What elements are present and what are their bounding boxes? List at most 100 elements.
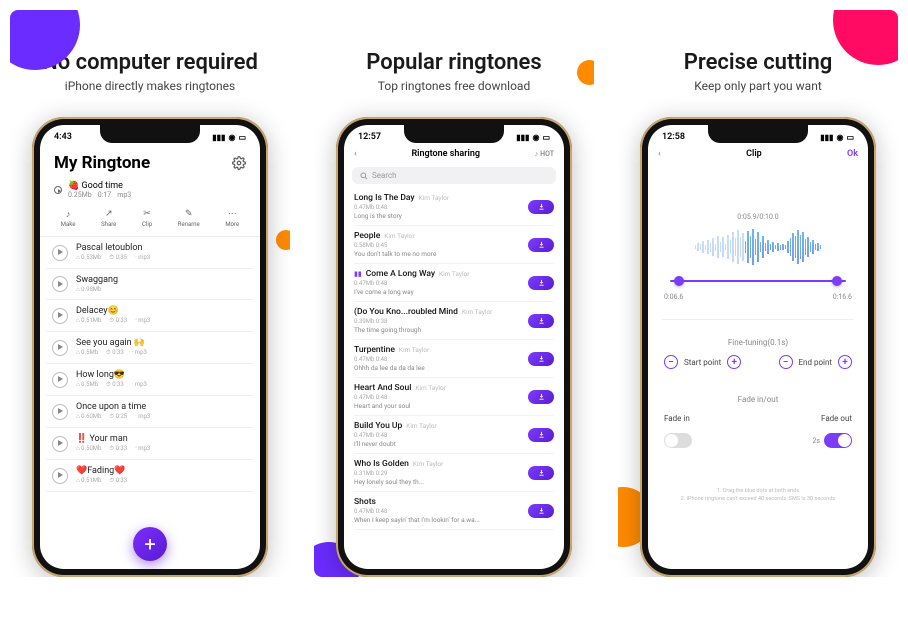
phone-notch (100, 125, 200, 143)
footer-note: 1. Drag the blue dots at both ends 2. iP… (664, 488, 852, 503)
ok-button[interactable]: Ok (847, 149, 858, 159)
song-title: Heart And Soul (354, 383, 411, 393)
download-button[interactable] (528, 390, 554, 404)
tool-share[interactable]: ↗Share (101, 209, 116, 228)
fine-tuning-label: Fine-tuning(0.1s) (664, 338, 852, 347)
ringtone-size: ⌂ 0.5Mb (76, 349, 98, 357)
range-slider[interactable] (670, 273, 846, 289)
song-meta: 0.31Mb 0:29 (354, 470, 522, 477)
tool-rename[interactable]: ✎Rename (178, 209, 200, 228)
ringtone-row[interactable]: ‼️ Your man⌂ 0.50Mb⏱ 0:33· mp3 (46, 428, 254, 460)
page-title: My Ringtone (54, 153, 150, 173)
status-icons: ▮▮▮◉▭ (820, 133, 854, 142)
status-time: 12:57 (358, 132, 381, 142)
panel-subheading: Keep only part you want (618, 79, 898, 93)
fade-in-toggle[interactable] (664, 433, 692, 448)
play-icon[interactable] (52, 276, 68, 292)
song-row[interactable]: TurpentineKim Taylor0.47Mb 0:48Ohhh da l… (354, 340, 554, 378)
download-button[interactable] (528, 314, 554, 328)
panel-heading: Popular ringtones (314, 50, 594, 75)
song-row[interactable]: ▮▮Come A Long WayKim Taylor0.47Mb 0:48I'… (354, 264, 554, 302)
download-button[interactable] (528, 504, 554, 518)
ringtone-size: ⌂ 0.5Mb (76, 381, 98, 389)
play-icon[interactable] (52, 372, 68, 388)
start-minus-button[interactable]: − (664, 355, 678, 369)
song-row[interactable]: PeopleKim Taylor0.58Mb 0:45You don't tal… (354, 226, 554, 264)
np-dur: 0:17 (98, 191, 112, 199)
add-button[interactable]: + (133, 527, 167, 561)
waveform[interactable] (664, 227, 852, 267)
now-playing[interactable]: 🍓 Good time 0.25Mb 0:17 mp3 (40, 177, 260, 205)
ringtone-size: ⌂ 0.60Mb (76, 413, 101, 421)
ringtone-dur: ⏱ 0:35 (109, 254, 127, 262)
play-icon[interactable] (52, 404, 68, 420)
song-row[interactable]: Long Is The DayKim Taylor0.47Mb 0:48Long… (354, 188, 554, 226)
ringtone-size: ⌂ 0.98Mb (76, 286, 101, 293)
song-desc: You don't talk to me no more (354, 250, 522, 258)
ringtone-size: ⌂ 0.53Mb (76, 254, 101, 262)
tool-more[interactable]: ⋯More (225, 209, 239, 228)
play-icon[interactable] (52, 308, 68, 324)
ringtone-title: Once upon a time (76, 402, 248, 412)
hot-button[interactable]: ♪ HOT (535, 150, 554, 158)
download-button[interactable] (528, 200, 554, 214)
ringtone-row[interactable]: Once upon a time⌂ 0.60Mb⏱ 0:25· mp3 (46, 396, 254, 428)
ringtone-dur: ⏱ 0:33 (106, 349, 124, 357)
ringtone-title: See you again 🙌 (76, 338, 248, 348)
ringtone-dur: ⏱ 0:33 (109, 445, 127, 453)
end-plus-button[interactable]: + (838, 355, 852, 369)
ringtone-row[interactable]: Delacey😊⌂ 0.51Mb⏱ 0:33· mp3 (46, 300, 254, 332)
decor-blob (276, 230, 290, 250)
back-button[interactable]: ‹ (354, 149, 357, 159)
ringtone-row[interactable]: ❤️Fading❤️⌂ 0.51Mb ⏱ 0:33 (46, 460, 254, 492)
ringtone-row[interactable]: See you again 🙌⌂ 0.5Mb ⏱ 0:33 · mp3 (46, 332, 254, 364)
song-title: Come A Long Way (366, 269, 435, 279)
song-row[interactable]: Build You UpKim Taylor0.47Mb 0:48I'll ne… (354, 416, 554, 454)
fade-out-toggle[interactable] (824, 433, 852, 448)
end-minus-button[interactable]: − (779, 355, 793, 369)
time-end: 0:16.6 (833, 293, 852, 301)
search-input[interactable]: Search (352, 167, 556, 184)
download-button[interactable] (528, 352, 554, 366)
slider-start-handle[interactable] (674, 276, 684, 286)
play-icon[interactable] (52, 340, 68, 356)
ringtone-title: How long😎 (76, 370, 248, 380)
status-time: 4:43 (54, 132, 72, 142)
play-icon (54, 186, 62, 194)
song-meta: 0.47Mb 0:48 (354, 204, 522, 211)
tool-make[interactable]: ♪Make (61, 209, 76, 228)
tool-clip[interactable]: ✂Clip (142, 209, 152, 228)
download-button[interactable] (528, 276, 554, 290)
song-row[interactable]: Shots0.47Mb 0:48When I keep sayin' that … (354, 492, 554, 530)
slider-end-handle[interactable] (832, 276, 842, 286)
song-row[interactable]: Heart And SoulKim Taylor0.47Mb 0:48Heart… (354, 378, 554, 416)
song-meta: 0.58Mb 0:45 (354, 242, 522, 249)
ringtone-row[interactable]: How long😎⌂ 0.5Mb⏱ 0:33· mp3 (46, 364, 254, 396)
ringtone-dur: ⏱ 0:33 (109, 477, 127, 485)
ringtone-fmt: · mp3 (132, 349, 147, 357)
ringtone-size: ⌂ 0.51Mb (76, 317, 101, 325)
search-placeholder: Search (372, 171, 397, 180)
download-button[interactable] (528, 466, 554, 480)
panel-subheading: Top ringtones free download (314, 79, 594, 93)
ringtone-size: ⌂ 0.51Mb (76, 477, 101, 485)
song-artist: Kim Taylor (384, 232, 414, 240)
back-button[interactable]: ‹ (658, 149, 661, 159)
song-row[interactable]: Who Is GoldenKim Taylor0.31Mb 0:29Hey lo… (354, 454, 554, 492)
ringtone-title: ❤️Fading❤️ (76, 466, 248, 476)
ringtone-row[interactable]: Pascal letoublon⌂ 0.53Mb⏱ 0:35· mp3 (46, 237, 254, 269)
ringtone-row[interactable]: Swaggang⌂ 0.98Mb (46, 269, 254, 300)
play-icon[interactable] (52, 436, 68, 452)
start-plus-button[interactable]: + (727, 355, 741, 369)
play-icon[interactable] (52, 245, 68, 261)
song-meta: 0.47Mb 0:48 (354, 432, 522, 439)
status-icons: ▮▮▮◉▭ (212, 133, 246, 142)
play-icon[interactable] (52, 468, 68, 484)
download-button[interactable] (528, 428, 554, 442)
song-meta: 0.47Mb 0:48 (354, 356, 522, 363)
fade-out-value: 2s (812, 437, 820, 445)
gear-icon[interactable] (232, 156, 246, 170)
now-playing-title: 🍓 Good time (68, 181, 246, 191)
download-button[interactable] (528, 238, 554, 252)
song-row[interactable]: (Do You Kno...roubled MindKim Taylor0.39… (354, 302, 554, 340)
